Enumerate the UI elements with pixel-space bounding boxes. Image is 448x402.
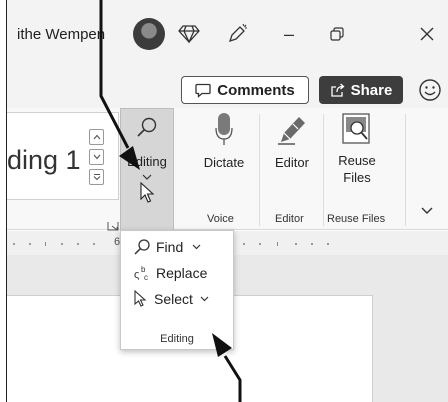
replace-icon: ς b c — [134, 265, 148, 282]
share-label: Share — [350, 81, 393, 99]
ruler-mark — [277, 242, 278, 246]
user-name[interactable]: ithe Wempen — [17, 26, 105, 43]
mouse-pointer-icon — [140, 182, 155, 203]
close-button[interactable] — [411, 18, 443, 50]
ruler-mark — [311, 243, 313, 245]
ruler-mark — [259, 243, 261, 245]
replace-menu-item[interactable]: ς b c Replace — [121, 260, 233, 286]
collapse-ribbon-button[interactable] — [419, 202, 435, 218]
ribbon-divider — [323, 114, 324, 226]
ruler-mark — [77, 243, 79, 245]
title-bar: ithe Wempen – — [7, 0, 448, 72]
comments-label: Comments — [217, 81, 295, 99]
ruler-mark — [61, 243, 63, 245]
svg-text:ς: ς — [134, 269, 139, 281]
chevron-down-icon — [142, 174, 152, 180]
styles-gallery[interactable]: ding 1 — [7, 112, 119, 200]
reuse-files-group-label: Reuse Files — [327, 213, 386, 225]
editor-label: Editor — [275, 155, 309, 170]
gallery-more-button[interactable] — [89, 169, 104, 185]
ruler-mark — [45, 242, 46, 246]
select-label: Select — [154, 291, 193, 307]
dictate-button[interactable]: Dictate — [199, 108, 249, 218]
replace-label: Replace — [156, 265, 208, 281]
avatar[interactable] — [133, 18, 165, 50]
comments-button[interactable]: Comments — [181, 76, 309, 104]
find-label: Find — [156, 239, 184, 255]
ruler-mark — [327, 243, 329, 245]
ribbon-divider — [405, 114, 406, 226]
gallery-up-button[interactable] — [89, 129, 104, 145]
comment-icon — [195, 83, 211, 98]
ribbon-divider — [259, 114, 260, 226]
chevron-down-icon — [192, 244, 201, 250]
share-button[interactable]: Share — [319, 76, 403, 104]
editing-menu: Find ς b c Replace Select Editing — [120, 230, 234, 350]
find-menu-item[interactable]: Find — [121, 234, 233, 260]
chevron-down-icon — [421, 207, 433, 214]
reuse-files-label-2: Files — [343, 170, 371, 185]
search-icon — [134, 239, 150, 255]
restore-button[interactable] — [321, 18, 353, 50]
pen-sparkle-icon[interactable] — [221, 18, 253, 50]
ruler-mark — [13, 243, 15, 245]
reuse-files-icon — [342, 113, 370, 144]
chevron-down-icon — [200, 296, 209, 302]
editor-group-label: Editor — [275, 213, 304, 225]
microphone-icon — [215, 113, 233, 145]
search-icon — [137, 117, 157, 137]
editing-label: Editing — [127, 154, 167, 169]
editor-button[interactable]: Editor — [265, 108, 319, 218]
share-icon — [330, 83, 345, 97]
ribbon: ding 1 Editing Dictate Voice Editor Edit… — [7, 108, 448, 231]
ruler-mark — [29, 243, 31, 245]
editing-menu-caption: Editing — [160, 333, 194, 345]
style-preview: ding 1 — [7, 145, 81, 175]
reuse-files-label-1: Reuse — [338, 153, 376, 168]
ruler-mark — [295, 243, 297, 245]
reuse-files-button[interactable]: Reuse Files — [329, 108, 385, 218]
feedback-smiley-icon[interactable] — [417, 77, 443, 103]
cursor-icon — [134, 290, 147, 307]
ruler-mark — [93, 243, 95, 245]
minimize-button[interactable]: – — [273, 18, 305, 50]
editor-pen-icon — [278, 117, 305, 145]
styles-dialog-launcher-icon[interactable] — [107, 218, 119, 231]
diamond-icon[interactable] — [173, 18, 205, 50]
voice-group-label: Voice — [207, 213, 234, 225]
ruler-mark — [243, 243, 245, 245]
dictate-label: Dictate — [203, 155, 245, 170]
editing-button[interactable]: Editing — [120, 108, 174, 230]
gallery-down-button[interactable] — [89, 149, 104, 165]
header-actions: Comments Share — [7, 72, 448, 108]
svg-text:c: c — [144, 273, 148, 282]
select-menu-item[interactable]: Select — [121, 286, 233, 312]
